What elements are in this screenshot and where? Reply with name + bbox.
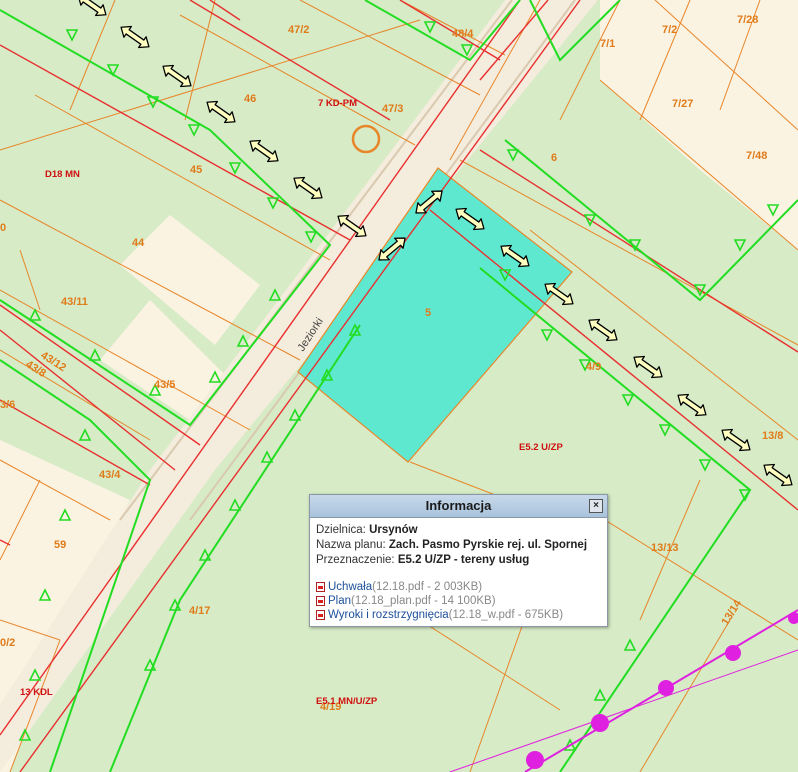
popup-title: Informacja [425,498,492,513]
pdf-icon [316,610,325,620]
parcel-label: 0/2 [0,637,15,649]
parcel-label: 4/17 [189,605,210,617]
parcel-label: 13/14 [719,597,744,627]
file-name[interactable]: Plan [328,594,351,609]
purpose-label: Przeznaczenie: [316,554,398,566]
district-label: Dzielnica: [316,524,370,536]
popup-header[interactable]: Informacja × [310,495,607,518]
power-line [449,609,798,772]
parcel-label: 7/48 [746,150,767,162]
parcel-label: 47/2 [288,24,309,36]
pdf-icon [316,582,325,592]
purpose-row: Przeznaczenie: E5.2 U/ZP - tereny usług [316,553,601,568]
file-meta: (12.18_plan.pdf - 14 100KB) [351,594,496,607]
survey-point-marker [351,124,381,154]
parcel-label: 6 [551,152,557,164]
parcel-label: 48/4 [452,28,474,40]
file-link-plan[interactable]: Plan (12.18_plan.pdf - 14 100KB) [316,594,601,608]
parcel-label: 46 [244,93,256,105]
zone-label: D18 MN [45,169,80,180]
file-name[interactable]: Wyroki i rozstrzygnięcia [328,608,449,623]
parcel-label: 7/1 [600,38,615,50]
purpose-value: E5.2 U/ZP - tereny usług [397,554,530,566]
parcel-label: 13/8 [762,430,783,442]
parcel-label: 5 [425,307,431,319]
parcel-label: 7/28 [737,14,758,26]
info-popup: Informacja × Dzielnica: Ursynów Nazwa pl… [309,494,608,627]
close-icon[interactable]: × [589,499,603,513]
popup-body: Dzielnica: Ursynów Nazwa planu: Zach. Pa… [310,518,607,622]
file-meta: (12.18_w.pdf - 675KB) [448,608,564,621]
map-canvas[interactable]: 47/2 48/4 7/2 7/28 7/1 46 47/3 7/27 45 6… [0,0,798,772]
pdf-icon [316,596,325,606]
zone-label: E5.1 MN/U/ZP [316,696,378,707]
file-link-uchwala[interactable]: Uchwała (12.18.pdf - 2 003KB) [316,580,601,594]
parcel-label: 4/9 [586,361,601,373]
parcel-label: 43/4 [99,469,121,481]
parcel-label: 45 [190,164,202,176]
parcel-label: 7/27 [672,98,693,110]
parcel-label: 13/13 [651,542,679,554]
parcel-label: 44 [132,237,145,249]
parcel-label: 43/11 [61,296,88,308]
parcel-label: 43/5 [154,379,175,391]
file-name[interactable]: Uchwała [328,580,372,595]
file-link-wyroki[interactable]: Wyroki i rozstrzygnięcia (12.18_w.pdf - … [316,608,601,622]
plan-name-value: Zach. Pasmo Pyrskie rej. ul. Spornej [388,539,588,551]
parcel-label: 3/6 [0,399,15,411]
parcel-label: 59 [54,539,66,551]
plan-name-row: Nazwa planu: Zach. Pasmo Pyrskie rej. ul… [316,538,601,553]
district-row: Dzielnica: Ursynów [316,523,601,538]
parcel-label: 0 [0,222,6,234]
zone-label: 13 KDL [20,687,53,698]
parcel-label: 47/3 [382,103,403,115]
district-value: Ursynów [369,524,418,536]
zone-label: E5.2 U/ZP [519,442,563,453]
file-meta: (12.18.pdf - 2 003KB) [372,580,483,593]
parcel-label: 7/2 [662,24,677,36]
selected-parcel-5[interactable] [297,167,573,463]
zone-label: 7 KD-PM [318,98,357,109]
plan-name-label: Nazwa planu: [316,539,389,551]
file-list: Uchwała (12.18.pdf - 2 003KB) Plan (12.1… [316,580,601,622]
